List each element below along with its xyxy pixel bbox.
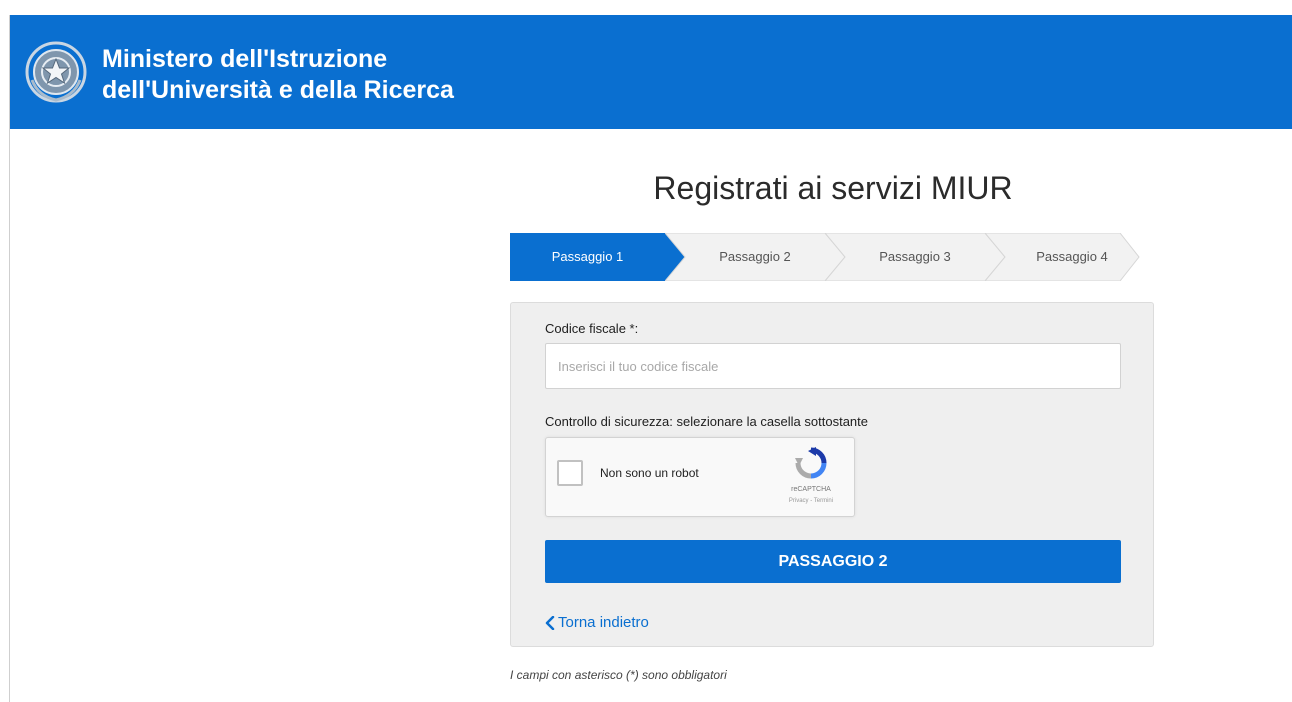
italian-republic-emblem-icon: [25, 41, 87, 103]
recaptcha-brand: reCAPTCHA: [791, 486, 831, 493]
back-link[interactable]: Torna indietro: [545, 614, 649, 631]
step-2: Passaggio 2: [665, 233, 845, 281]
ministry-title-line2: dell'Università e della Ricerca: [102, 76, 454, 104]
codice-fiscale-label: Codice fiscale *:: [545, 321, 639, 336]
registration-stepper: Passaggio 1 Passaggio 2 Passaggio 3 Pass…: [510, 233, 1140, 281]
ministry-title: Ministero dell'Istruzione dell'Universit…: [102, 44, 454, 106]
page-title: Registrati ai servizi MIUR: [653, 170, 1013, 206]
ministry-title-line1: Ministero dell'Istruzione: [102, 45, 388, 73]
recaptcha-checkbox[interactable]: [557, 460, 583, 486]
step-3: Passaggio 3: [825, 233, 1005, 281]
recaptcha-label: Non sono un robot: [600, 466, 699, 480]
step-2-label: Passaggio 2: [719, 249, 791, 264]
step-4: Passaggio 4: [985, 233, 1140, 281]
recaptcha-widget: Non sono un robot reCAPTCHA Privacy - Te…: [545, 437, 855, 517]
next-step-button[interactable]: PASSAGGIO 2: [545, 540, 1121, 583]
step-1-label: Passaggio 1: [551, 249, 624, 264]
back-link-label: Torna indietro: [558, 614, 649, 631]
security-check-label: Controllo di sicurezza: selezionare la c…: [545, 414, 869, 429]
codice-fiscale-input[interactable]: [545, 343, 1121, 389]
recaptcha-links[interactable]: Privacy - Termini: [774, 498, 848, 504]
chevron-left-icon: [545, 615, 555, 630]
step-1: Passaggio 1: [510, 233, 687, 281]
registration-form: Codice fiscale *: Controllo di sicurezza…: [510, 302, 1154, 647]
step-4-label: Passaggio 4: [1036, 249, 1108, 264]
recaptcha-logo-icon: [795, 447, 827, 479]
step-3-label: Passaggio 3: [879, 249, 951, 264]
site-header: Ministero dell'Istruzione dell'Universit…: [10, 15, 1292, 129]
required-fields-note: I campi con asterisco (*) sono obbligato…: [510, 668, 727, 682]
